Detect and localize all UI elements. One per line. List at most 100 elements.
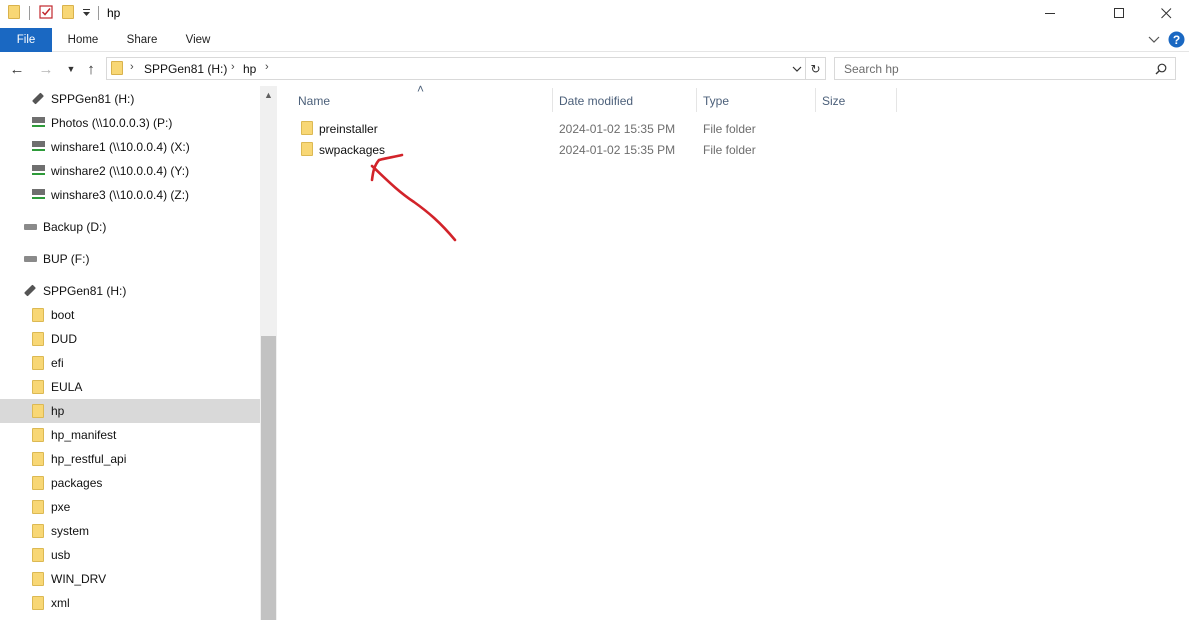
nav-item-pxe[interactable]: pxe [0, 495, 260, 519]
nav-item-xml[interactable]: xml [0, 591, 260, 615]
nav-item-win-drv[interactable]: WIN_DRV [0, 567, 260, 591]
close-icon [1160, 7, 1171, 18]
forward-button[interactable]: → [37, 59, 55, 79]
column-name[interactable]: Name [298, 94, 330, 108]
file-list: ˄ Name Date modified Type Size preinstal… [278, 82, 1189, 620]
nav-item-label: system [51, 524, 90, 538]
column-divider[interactable] [696, 88, 697, 112]
nav-item-system[interactable]: system [0, 519, 260, 543]
nav-item-hp[interactable]: hp [0, 399, 260, 423]
nav-item-eula[interactable]: EULA [0, 375, 260, 399]
nav-item-label: usb [51, 548, 71, 562]
chevron-down-icon: ▼ [66, 64, 76, 74]
nav-scrollbar[interactable]: ▲ [260, 86, 277, 620]
arrow-left-icon: ← [9, 60, 25, 78]
folder-icon [111, 61, 123, 75]
address-bar[interactable]: › SPPGen81 (H:) › hp › [106, 57, 806, 80]
navigation-bar: ← → ▼ ↑ › SPPGen81 (H:) › hp › ↻ Search … [0, 57, 1189, 81]
breadcrumb-folder[interactable]: hp [243, 62, 256, 76]
nav-item-bup[interactable]: BUP (F:) [0, 247, 260, 271]
nav-item-winshare1[interactable]: winshare1 (\\10.0.0.4) (X:) [0, 135, 260, 159]
search-box[interactable]: Search hp [834, 57, 1176, 80]
title-bar: hp [0, 0, 1189, 26]
help-icon[interactable]: ? [1168, 31, 1185, 48]
tab-view[interactable]: View [176, 28, 220, 52]
chevron-up-icon: ▲ [264, 89, 273, 100]
file-row-swpackages[interactable]: swpackages 2024-01-02 15:35 PM File fold… [298, 139, 898, 160]
file-date: 2024-01-02 15:35 PM [559, 122, 676, 136]
column-type[interactable]: Type [703, 94, 729, 108]
nav-item-packages[interactable]: packages [0, 471, 260, 495]
search-icon [1155, 63, 1167, 75]
nav-item-usb[interactable]: usb [0, 543, 260, 567]
folder-icon [8, 5, 20, 19]
column-date-modified[interactable]: Date modified [559, 94, 633, 108]
nav-item-label: EULA [51, 380, 83, 394]
up-button[interactable]: ↑ [82, 59, 100, 79]
breadcrumb-drive[interactable]: SPPGen81 (H:) [144, 62, 227, 76]
nav-item-winshare3[interactable]: winshare3 (\\10.0.0.4) (Z:) [0, 183, 260, 207]
address-dropdown-icon[interactable] [792, 66, 802, 73]
nav-item-hp-manifest[interactable]: hp_manifest [0, 423, 260, 447]
nav-item-label: winshare1 (\\10.0.0.4) (X:) [51, 140, 190, 154]
drive-icon [24, 256, 37, 262]
tab-home[interactable]: Home [58, 28, 108, 52]
properties-icon[interactable] [38, 4, 54, 20]
minimize-icon [1044, 12, 1055, 14]
minimize-button[interactable] [1027, 0, 1073, 26]
customize-toolbar-icon[interactable] [82, 9, 91, 17]
column-size[interactable]: Size [822, 94, 845, 108]
column-divider[interactable] [552, 88, 553, 112]
nav-item-sppgen81[interactable]: SPPGen81 (H:) [0, 87, 260, 111]
chevron-right-icon[interactable]: › [231, 61, 235, 73]
svg-text:?: ? [1173, 33, 1180, 47]
scroll-thumb[interactable] [261, 336, 276, 620]
back-button[interactable]: ← [8, 59, 26, 79]
folder-icon [32, 596, 44, 610]
nav-item-label: xml [51, 596, 70, 610]
nav-item-winshare2[interactable]: winshare2 (\\10.0.0.4) (Y:) [0, 159, 260, 183]
column-divider[interactable] [896, 88, 897, 112]
nav-item-label: WIN_DRV [51, 572, 107, 586]
nav-item-label: Photos (\\10.0.0.3) (P:) [51, 116, 173, 130]
expand-ribbon-icon[interactable] [1148, 36, 1160, 44]
recent-locations-button[interactable]: ▼ [62, 59, 80, 79]
file-date: 2024-01-02 15:35 PM [559, 143, 676, 157]
file-name: preinstaller [319, 122, 378, 136]
maximize-button[interactable] [1096, 0, 1142, 26]
usb-drive-icon [30, 92, 45, 106]
file-name: swpackages [319, 143, 386, 157]
nav-item-label: packages [51, 476, 103, 490]
folder-icon [32, 572, 44, 586]
close-button[interactable] [1143, 0, 1189, 26]
navigation-pane: SPPGen81 (H:) Photos (\\10.0.0.3) (P:) w… [0, 86, 277, 620]
nav-item-backup[interactable]: Backup (D:) [0, 215, 260, 239]
column-divider[interactable] [815, 88, 816, 112]
file-row-preinstaller[interactable]: preinstaller 2024-01-02 15:35 PM File fo… [298, 118, 898, 139]
tab-file[interactable]: File [0, 28, 52, 52]
nav-item-label: efi [51, 356, 64, 370]
nav-item-sppgen81-h[interactable]: SPPGen81 (H:) [0, 279, 260, 303]
nav-item-efi[interactable]: efi [0, 351, 260, 375]
search-input[interactable]: Search hp [844, 62, 899, 76]
tab-share[interactable]: Share [118, 28, 166, 52]
folder-icon [301, 142, 313, 156]
nav-item-boot[interactable]: boot [0, 303, 260, 327]
folder-icon [32, 500, 44, 514]
nav-item-photos[interactable]: Photos (\\10.0.0.3) (P:) [0, 111, 260, 135]
folder-icon [32, 428, 44, 442]
nav-item-label: hp_manifest [51, 428, 117, 442]
folder-icon [32, 524, 44, 538]
new-folder-icon[interactable] [62, 5, 74, 19]
chevron-right-icon[interactable]: › [130, 61, 134, 73]
scroll-up-button[interactable]: ▲ [260, 86, 277, 103]
nav-item-label: BUP (F:) [43, 252, 90, 266]
nav-item-label: DUD [51, 332, 77, 346]
folder-icon [32, 380, 44, 394]
refresh-button[interactable]: ↻ [806, 57, 826, 80]
folder-icon [301, 121, 313, 135]
separator [29, 6, 30, 20]
chevron-right-icon[interactable]: › [265, 61, 269, 73]
nav-item-dud[interactable]: DUD [0, 327, 260, 351]
nav-item-hp-restful-api[interactable]: hp_restful_api [0, 447, 260, 471]
